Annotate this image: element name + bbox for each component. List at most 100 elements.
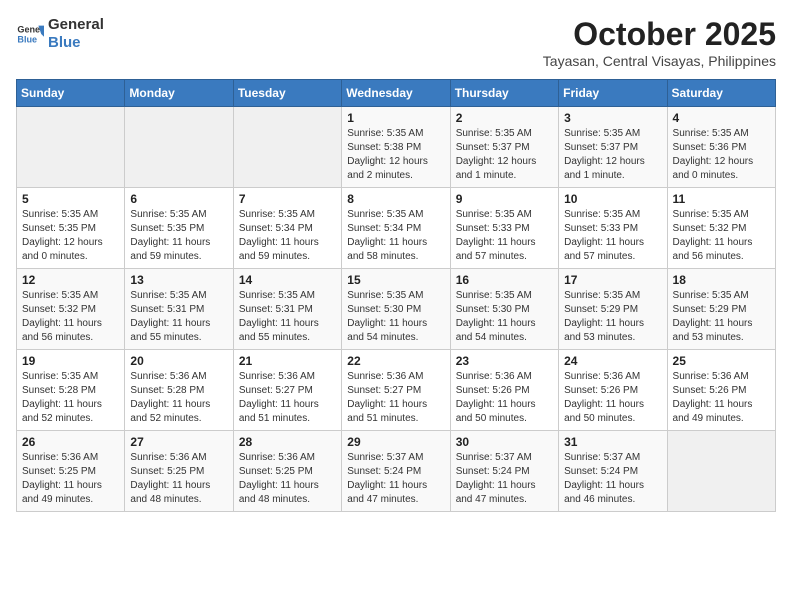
day-info: Sunrise: 5:36 AM Sunset: 5:26 PM Dayligh… bbox=[673, 370, 770, 426]
weekday-header: Sunday bbox=[17, 80, 125, 107]
calendar-cell: 14 Sunrise: 5:35 AM Sunset: 5:31 PM Dayli… bbox=[233, 269, 341, 350]
day-info: Sunrise: 5:35 AM Sunset: 5:33 PM Dayligh… bbox=[456, 208, 553, 264]
calendar-cell bbox=[125, 107, 233, 188]
day-number: 25 bbox=[673, 354, 770, 368]
day-number: 18 bbox=[673, 273, 770, 287]
day-number: 27 bbox=[130, 435, 227, 449]
calendar-cell: 28Sunrise: 5:36 AM Sunset: 5:25 PM Dayli… bbox=[233, 431, 341, 512]
page-header: General Blue General Blue October 2025 T… bbox=[16, 16, 776, 69]
day-info: Sunrise: 5:35 AM Sunset: 5:28 PM Dayligh… bbox=[22, 370, 119, 426]
calendar-header: SundayMondayTuesdayWednesdayThursdayFrid… bbox=[17, 80, 776, 107]
day-info: Sunrise: 5:36 AM Sunset: 5:25 PM Dayligh… bbox=[239, 451, 336, 507]
day-number: 17 bbox=[564, 273, 661, 287]
day-info: Sunrise: 5:36 AM Sunset: 5:26 PM Dayligh… bbox=[564, 370, 661, 426]
day-number: 8 bbox=[347, 192, 444, 206]
day-info: Sunrise: 5:35 AM Sunset: 5:37 PM Dayligh… bbox=[456, 127, 553, 183]
calendar-cell: 16 Sunrise: 5:35 AM Sunset: 5:30 PM Dayli… bbox=[450, 269, 558, 350]
calendar-cell: 29 Sunrise: 5:37 AM Sunset: 5:24 PM Dayli… bbox=[342, 431, 450, 512]
title-block: October 2025 Tayasan, Central Visayas, P… bbox=[543, 16, 776, 69]
day-info: Sunrise: 5:36 AM Sunset: 5:25 PM Dayligh… bbox=[130, 451, 227, 507]
day-info: Sunrise: 5:35 AM Sunset: 5:36 PM Dayligh… bbox=[673, 127, 770, 183]
calendar-table: SundayMondayTuesdayWednesdayThursdayFrid… bbox=[16, 79, 776, 512]
logo: General Blue General Blue bbox=[16, 16, 104, 52]
logo-blue: Blue bbox=[48, 34, 104, 52]
day-number: 14 bbox=[239, 273, 336, 287]
calendar-cell: 5Sunrise: 5:35 AM Sunset: 5:35 PM Daylig… bbox=[17, 188, 125, 269]
calendar-cell bbox=[667, 431, 775, 512]
location: Tayasan, Central Visayas, Philippines bbox=[543, 53, 776, 69]
day-number: 15 bbox=[347, 273, 444, 287]
calendar-cell: 12 Sunrise: 5:35 AM Sunset: 5:32 PM Dayli… bbox=[17, 269, 125, 350]
day-info: Sunrise: 5:35 AM Sunset: 5:34 PM Dayligh… bbox=[347, 208, 444, 264]
day-info: Sunrise: 5:36 AM Sunset: 5:27 PM Dayligh… bbox=[239, 370, 336, 426]
calendar-cell: 24Sunrise: 5:36 AM Sunset: 5:26 PM Dayli… bbox=[559, 350, 667, 431]
day-info: Sunrise: 5:36 AM Sunset: 5:27 PM Dayligh… bbox=[347, 370, 444, 426]
weekday-header: Tuesday bbox=[233, 80, 341, 107]
day-info: Sunrise: 5:35 AM Sunset: 5:34 PM Dayligh… bbox=[239, 208, 336, 264]
day-info: Sunrise: 5:35 AM Sunset: 5:29 PM Dayligh… bbox=[673, 289, 770, 345]
day-info: Sunrise: 5:35 AM Sunset: 5:30 PM Dayligh… bbox=[347, 289, 444, 345]
calendar-cell: 4Sunrise: 5:35 AM Sunset: 5:36 PM Daylig… bbox=[667, 107, 775, 188]
day-number: 19 bbox=[22, 354, 119, 368]
day-info: Sunrise: 5:37 AM Sunset: 5:24 PM Dayligh… bbox=[347, 451, 444, 507]
day-number: 26 bbox=[22, 435, 119, 449]
day-number: 21 bbox=[239, 354, 336, 368]
day-number: 10 bbox=[564, 192, 661, 206]
calendar-cell: 3 Sunrise: 5:35 AM Sunset: 5:37 PM Daylig… bbox=[559, 107, 667, 188]
calendar-cell: 6Sunrise: 5:35 AM Sunset: 5:35 PM Daylig… bbox=[125, 188, 233, 269]
day-info: Sunrise: 5:36 AM Sunset: 5:25 PM Dayligh… bbox=[22, 451, 119, 507]
calendar-cell: 23 Sunrise: 5:36 AM Sunset: 5:26 PM Dayli… bbox=[450, 350, 558, 431]
calendar-week-row: 26 Sunrise: 5:36 AM Sunset: 5:25 PM Dayli… bbox=[17, 431, 776, 512]
weekday-header: Friday bbox=[559, 80, 667, 107]
day-number: 29 bbox=[347, 435, 444, 449]
day-info: Sunrise: 5:35 AM Sunset: 5:37 PM Dayligh… bbox=[564, 127, 661, 183]
day-number: 3 bbox=[564, 111, 661, 125]
day-number: 16 bbox=[456, 273, 553, 287]
day-info: Sunrise: 5:36 AM Sunset: 5:26 PM Dayligh… bbox=[456, 370, 553, 426]
calendar-cell: 21 Sunrise: 5:36 AM Sunset: 5:27 PM Dayli… bbox=[233, 350, 341, 431]
day-number: 7 bbox=[239, 192, 336, 206]
calendar-cell: 19 Sunrise: 5:35 AM Sunset: 5:28 PM Dayli… bbox=[17, 350, 125, 431]
calendar-cell: 22Sunrise: 5:36 AM Sunset: 5:27 PM Dayli… bbox=[342, 350, 450, 431]
calendar-week-row: 12 Sunrise: 5:35 AM Sunset: 5:32 PM Dayli… bbox=[17, 269, 776, 350]
calendar-cell: 2 Sunrise: 5:35 AM Sunset: 5:37 PM Daylig… bbox=[450, 107, 558, 188]
calendar-cell: 9Sunrise: 5:35 AM Sunset: 5:33 PM Daylig… bbox=[450, 188, 558, 269]
day-number: 6 bbox=[130, 192, 227, 206]
day-info: Sunrise: 5:36 AM Sunset: 5:28 PM Dayligh… bbox=[130, 370, 227, 426]
day-number: 23 bbox=[456, 354, 553, 368]
day-number: 1 bbox=[347, 111, 444, 125]
calendar-cell: 31 Sunrise: 5:37 AM Sunset: 5:24 PM Dayli… bbox=[559, 431, 667, 512]
day-info: Sunrise: 5:35 AM Sunset: 5:29 PM Dayligh… bbox=[564, 289, 661, 345]
day-number: 12 bbox=[22, 273, 119, 287]
day-number: 13 bbox=[130, 273, 227, 287]
day-info: Sunrise: 5:35 AM Sunset: 5:32 PM Dayligh… bbox=[673, 208, 770, 264]
calendar-cell: 27 Sunrise: 5:36 AM Sunset: 5:25 PM Dayli… bbox=[125, 431, 233, 512]
day-number: 2 bbox=[456, 111, 553, 125]
day-info: Sunrise: 5:35 AM Sunset: 5:30 PM Dayligh… bbox=[456, 289, 553, 345]
day-info: Sunrise: 5:37 AM Sunset: 5:24 PM Dayligh… bbox=[564, 451, 661, 507]
day-info: Sunrise: 5:35 AM Sunset: 5:31 PM Dayligh… bbox=[130, 289, 227, 345]
calendar-cell: 15 Sunrise: 5:35 AM Sunset: 5:30 PM Dayli… bbox=[342, 269, 450, 350]
calendar-cell bbox=[17, 107, 125, 188]
calendar-cell: 8 Sunrise: 5:35 AM Sunset: 5:34 PM Daylig… bbox=[342, 188, 450, 269]
day-number: 5 bbox=[22, 192, 119, 206]
calendar-cell: 11Sunrise: 5:35 AM Sunset: 5:32 PM Dayli… bbox=[667, 188, 775, 269]
month-title: October 2025 bbox=[543, 16, 776, 53]
weekday-header: Wednesday bbox=[342, 80, 450, 107]
day-info: Sunrise: 5:35 AM Sunset: 5:32 PM Dayligh… bbox=[22, 289, 119, 345]
calendar-cell: 7 Sunrise: 5:35 AM Sunset: 5:34 PM Daylig… bbox=[233, 188, 341, 269]
day-info: Sunrise: 5:35 AM Sunset: 5:38 PM Dayligh… bbox=[347, 127, 444, 183]
calendar-cell: 18 Sunrise: 5:35 AM Sunset: 5:29 PM Dayli… bbox=[667, 269, 775, 350]
logo-icon: General Blue bbox=[16, 20, 44, 48]
day-info: Sunrise: 5:35 AM Sunset: 5:31 PM Dayligh… bbox=[239, 289, 336, 345]
day-number: 31 bbox=[564, 435, 661, 449]
svg-text:Blue: Blue bbox=[17, 34, 37, 44]
calendar-cell bbox=[233, 107, 341, 188]
calendar-cell: 13 Sunrise: 5:35 AM Sunset: 5:31 PM Dayli… bbox=[125, 269, 233, 350]
calendar-week-row: 19 Sunrise: 5:35 AM Sunset: 5:28 PM Dayli… bbox=[17, 350, 776, 431]
day-info: Sunrise: 5:35 AM Sunset: 5:33 PM Dayligh… bbox=[564, 208, 661, 264]
calendar-cell: 25 Sunrise: 5:36 AM Sunset: 5:26 PM Dayli… bbox=[667, 350, 775, 431]
weekday-header: Saturday bbox=[667, 80, 775, 107]
weekday-header: Thursday bbox=[450, 80, 558, 107]
calendar-cell: 17 Sunrise: 5:35 AM Sunset: 5:29 PM Dayli… bbox=[559, 269, 667, 350]
